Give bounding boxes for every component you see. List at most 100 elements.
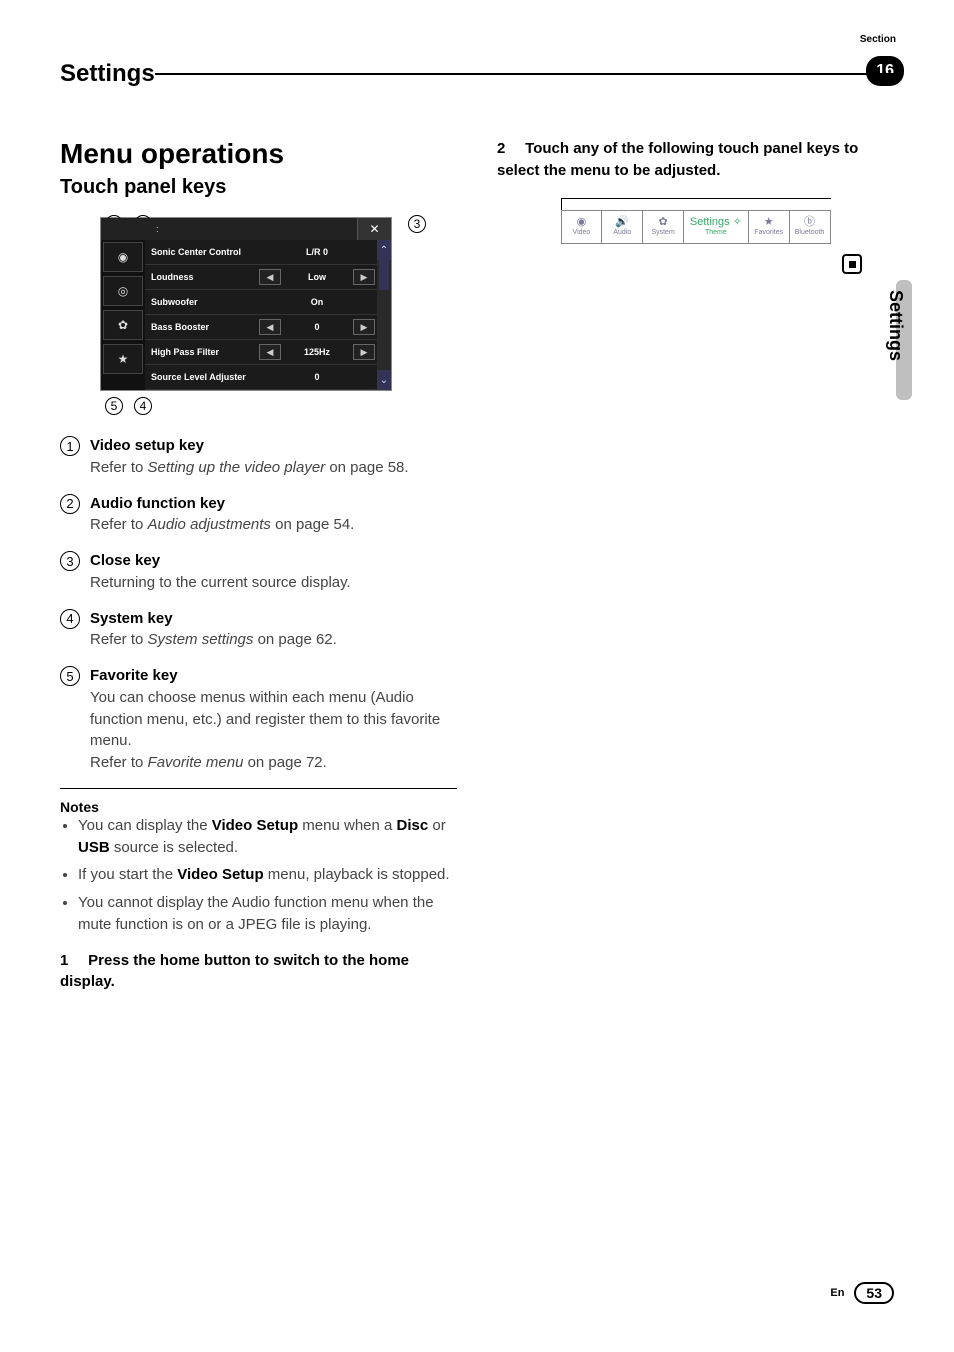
row-value: L/R 0 xyxy=(257,247,377,257)
panel-titlebar: : ✕ xyxy=(101,218,391,240)
system-key[interactable]: ✿ xyxy=(103,310,143,340)
favorite-key[interactable]: ★ xyxy=(103,344,143,374)
notes-rule xyxy=(60,788,457,789)
settings-list: Sonic Center Control L/R 0 Loudness ◀ Lo… xyxy=(145,240,377,390)
chapter-title: Settings xyxy=(60,60,165,88)
left-column: Menu operations Touch panel keys 1 2 3 :… xyxy=(60,138,457,993)
audio-icon: 🔊 xyxy=(615,217,629,228)
row-value: On xyxy=(257,297,377,307)
tab-favorites[interactable]: ★ Favorites xyxy=(749,211,790,243)
tabbar-callout-frame xyxy=(561,198,831,210)
audio-function-key[interactable]: ◎ xyxy=(103,276,143,306)
tab-label: Bluetooth xyxy=(795,229,825,236)
row-value: 0 xyxy=(283,322,351,332)
step-text: Press the home button to switch to the h… xyxy=(60,952,409,991)
tab-label: System xyxy=(651,229,674,236)
definition-body: Audio function key Refer to Audio adjust… xyxy=(90,493,457,537)
settings-panel: : ✕ ◉ ◎ ✿ ★ Sonic Center Control xyxy=(100,217,392,391)
list-item[interactable]: Subwoofer On xyxy=(145,290,377,315)
footer-lang: En xyxy=(830,1287,844,1299)
row-value: Low xyxy=(283,272,351,282)
left-arrow-button[interactable]: ◀ xyxy=(259,344,281,360)
tab-video[interactable]: ◉ Video xyxy=(562,211,603,243)
close-button[interactable]: ✕ xyxy=(357,218,391,240)
tab-label: Audio xyxy=(613,229,631,236)
header-rule-wrap xyxy=(165,60,894,88)
chapter-header: Settings xyxy=(60,60,894,88)
step-2: 2 Touch any of the following touch panel… xyxy=(497,138,894,182)
list-item[interactable]: Source Level Adjuster 0 xyxy=(145,365,377,390)
tab-theme[interactable]: Settings ✧ Theme xyxy=(684,211,749,243)
definition-body: Video setup key Refer to Setting up the … xyxy=(90,435,457,479)
star-icon: ★ xyxy=(764,217,774,228)
notes-heading: Notes xyxy=(60,799,457,815)
definition-item: 4 System key Refer to System settings on… xyxy=(60,608,457,652)
list-item[interactable]: Loudness ◀ Low ▶ xyxy=(145,265,377,290)
row-value: 125Hz xyxy=(283,347,351,357)
video-icon: ◉ xyxy=(577,217,587,228)
list-item[interactable]: Sonic Center Control L/R 0 xyxy=(145,240,377,265)
step-number: 1 xyxy=(60,950,84,972)
row-label: High Pass Filter xyxy=(145,347,257,357)
right-column: 2 Touch any of the following touch panel… xyxy=(497,138,894,993)
definition-number: 4 xyxy=(60,609,80,629)
stop-icon xyxy=(842,254,862,274)
header-rule xyxy=(155,73,894,75)
subsection-heading: Touch panel keys xyxy=(60,176,457,199)
row-label: Loudness xyxy=(145,272,257,282)
tab-label: Favorites xyxy=(754,229,783,236)
definition-item: 2 Audio function key Refer to Audio adju… xyxy=(60,493,457,537)
system-icon: ✿ xyxy=(659,217,668,228)
callout-5: 5 xyxy=(105,397,123,415)
scroll-thumb[interactable] xyxy=(379,260,389,290)
footer-page-number: 53 xyxy=(854,1282,894,1304)
panel-title-colon: : xyxy=(156,224,159,234)
row-label: Bass Booster xyxy=(145,322,257,332)
scroll-up-button[interactable]: ⌃ xyxy=(377,240,391,260)
callout-4: 4 xyxy=(134,397,152,415)
definition-number: 2 xyxy=(60,494,80,514)
settings-theme-icon: Settings ✧ xyxy=(690,217,742,228)
side-tab-label: Settings xyxy=(885,290,906,361)
definition-body: Favorite key You can choose menus within… xyxy=(90,665,457,774)
tab-system[interactable]: ✿ System xyxy=(643,211,684,243)
video-setup-key[interactable]: ◉ xyxy=(103,242,143,272)
tab-bluetooth[interactable]: ⓑ Bluetooth xyxy=(790,211,830,243)
scroll-track[interactable] xyxy=(377,260,391,370)
definition-body: System key Refer to System settings on p… xyxy=(90,608,457,652)
step-text: Touch any of the following touch panel k… xyxy=(497,140,858,179)
left-arrow-button[interactable]: ◀ xyxy=(259,269,281,285)
section-heading: Menu operations xyxy=(60,138,457,170)
right-arrow-button[interactable]: ▶ xyxy=(353,319,375,335)
bluetooth-icon: ⓑ xyxy=(804,217,815,228)
note-item: If you start the Video Setup menu, playb… xyxy=(78,864,457,886)
panel-side-nav: ◉ ◎ ✿ ★ xyxy=(101,240,145,390)
menu-tabbar-figure: ◉ Video 🔊 Audio ✿ System Settings ✧ Them… xyxy=(561,198,831,244)
callout-3: 3 xyxy=(408,215,426,233)
note-item: You cannot display the Audio function me… xyxy=(78,892,457,936)
left-arrow-button[interactable]: ◀ xyxy=(259,319,281,335)
page-footer: En 53 xyxy=(830,1282,894,1304)
scroll-down-button[interactable]: ⌄ xyxy=(377,370,391,390)
list-item[interactable]: High Pass Filter ◀ 125Hz ▶ xyxy=(145,340,377,365)
definition-item: 1 Video setup key Refer to Setting up th… xyxy=(60,435,457,479)
row-label: Sonic Center Control xyxy=(145,247,257,257)
tab-audio[interactable]: 🔊 Audio xyxy=(602,211,643,243)
touch-panel-figure: 1 2 3 : ✕ ◉ ◎ ✿ ★ xyxy=(100,217,420,391)
tab-label: Video xyxy=(573,229,591,236)
right-arrow-button[interactable]: ▶ xyxy=(353,269,375,285)
scrollbar[interactable]: ⌃ ⌄ xyxy=(377,240,391,390)
note-item: You can display the Video Setup menu whe… xyxy=(78,815,457,859)
list-item[interactable]: Bass Booster ◀ 0 ▶ xyxy=(145,315,377,340)
step-number: 2 xyxy=(497,138,521,160)
right-arrow-button[interactable]: ▶ xyxy=(353,344,375,360)
definition-body: Close key Returning to the current sourc… xyxy=(90,550,457,594)
section-label: Section xyxy=(860,34,896,45)
row-label: Source Level Adjuster xyxy=(145,372,257,382)
definition-number: 3 xyxy=(60,551,80,571)
menu-tabbar: ◉ Video 🔊 Audio ✿ System Settings ✧ Them… xyxy=(561,210,831,244)
notes-list: You can display the Video Setup menu whe… xyxy=(78,815,457,936)
definition-number: 1 xyxy=(60,436,80,456)
row-value: 0 xyxy=(257,372,377,382)
key-definitions: 1 Video setup key Refer to Setting up th… xyxy=(60,435,457,774)
